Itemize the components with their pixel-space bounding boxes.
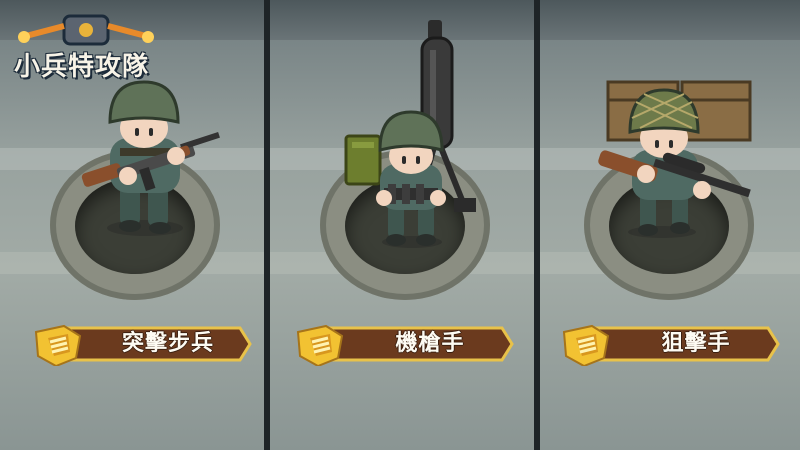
- class-name-label: 狙擊手: [661, 331, 731, 356]
- sniper-soldier-sprite: [598, 88, 751, 238]
- machine-gunner-sprite: [376, 110, 446, 248]
- class-banner-machine-gunner: 機槍手: [292, 322, 514, 366]
- class-banner-assault: 突擊步兵: [30, 322, 252, 366]
- class-name-label: 機槍手: [395, 331, 465, 356]
- class-card-sniper[interactable]: 狙擊手: [540, 0, 800, 450]
- game-logo: 小兵特攻隊: [6, 8, 166, 88]
- rank-badge-icon: [296, 324, 344, 366]
- rank-badge-icon: [34, 324, 82, 366]
- class-card-machine-gunner[interactable]: 機槍手: [270, 0, 534, 450]
- assault-soldier-sprite: [81, 80, 220, 236]
- rank-badge-icon: [562, 324, 610, 366]
- class-name-label: 突擊步兵: [121, 331, 214, 356]
- logo-title: 小兵特攻隊: [14, 52, 150, 82]
- class-banner-sniper: 狙擊手: [558, 322, 780, 366]
